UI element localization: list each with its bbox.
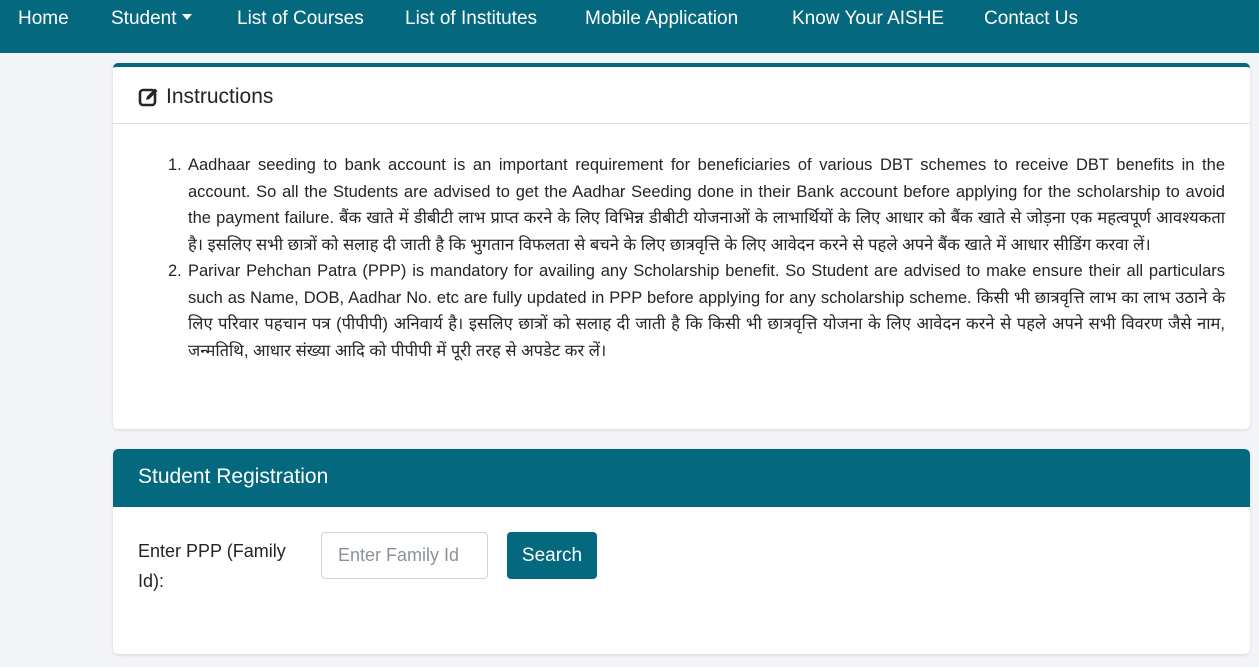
instruction-text: Parivar Pehchan Patra (PPP) is mandatory… [188,262,1225,360]
nav-list-of-institutes[interactable]: List of Institutes [405,8,537,30]
nav-list-of-courses[interactable]: List of Courses [237,8,364,30]
instructions-title: Instructions [166,85,274,108]
search-button[interactable]: Search [507,532,597,579]
nav-mobile-application[interactable]: Mobile Application [585,8,738,30]
family-id-input[interactable] [321,532,488,579]
nav-student-dropdown[interactable]: Student [111,8,192,30]
instructions-card: Instructions 1. Aadhaar seeding to bank a… [113,63,1250,429]
nav-contact-us[interactable]: Contact Us [984,8,1078,30]
nav-student-label: Student [111,8,177,29]
instruction-number: 1. [168,156,182,174]
nav-home[interactable]: Home [18,8,69,30]
instruction-item: 2. Parivar Pehchan Patra (PPP) is mandato… [168,258,1225,364]
family-id-label: Enter PPP (Family Id): [138,541,286,591]
caret-down-icon [181,14,192,20]
nav-know-your-aishe[interactable]: Know Your AISHE [792,8,944,30]
edit-icon [138,88,158,107]
instructions-header: Instructions [113,67,1250,124]
instruction-number: 2. [168,262,182,280]
instructions-list: 1. Aadhaar seeding to bank account is an … [168,152,1225,364]
registration-header: Student Registration [113,449,1250,507]
student-registration-card: Student Registration Enter PPP (Family I… [113,449,1250,654]
instruction-text: Aadhaar seeding to bank account is an im… [188,156,1225,254]
instruction-item: 1. Aadhaar seeding to bank account is an … [168,152,1225,258]
instructions-title-row: Instructions [138,85,273,109]
top-navbar: Home Student List of Courses List of Ins… [0,0,1259,53]
